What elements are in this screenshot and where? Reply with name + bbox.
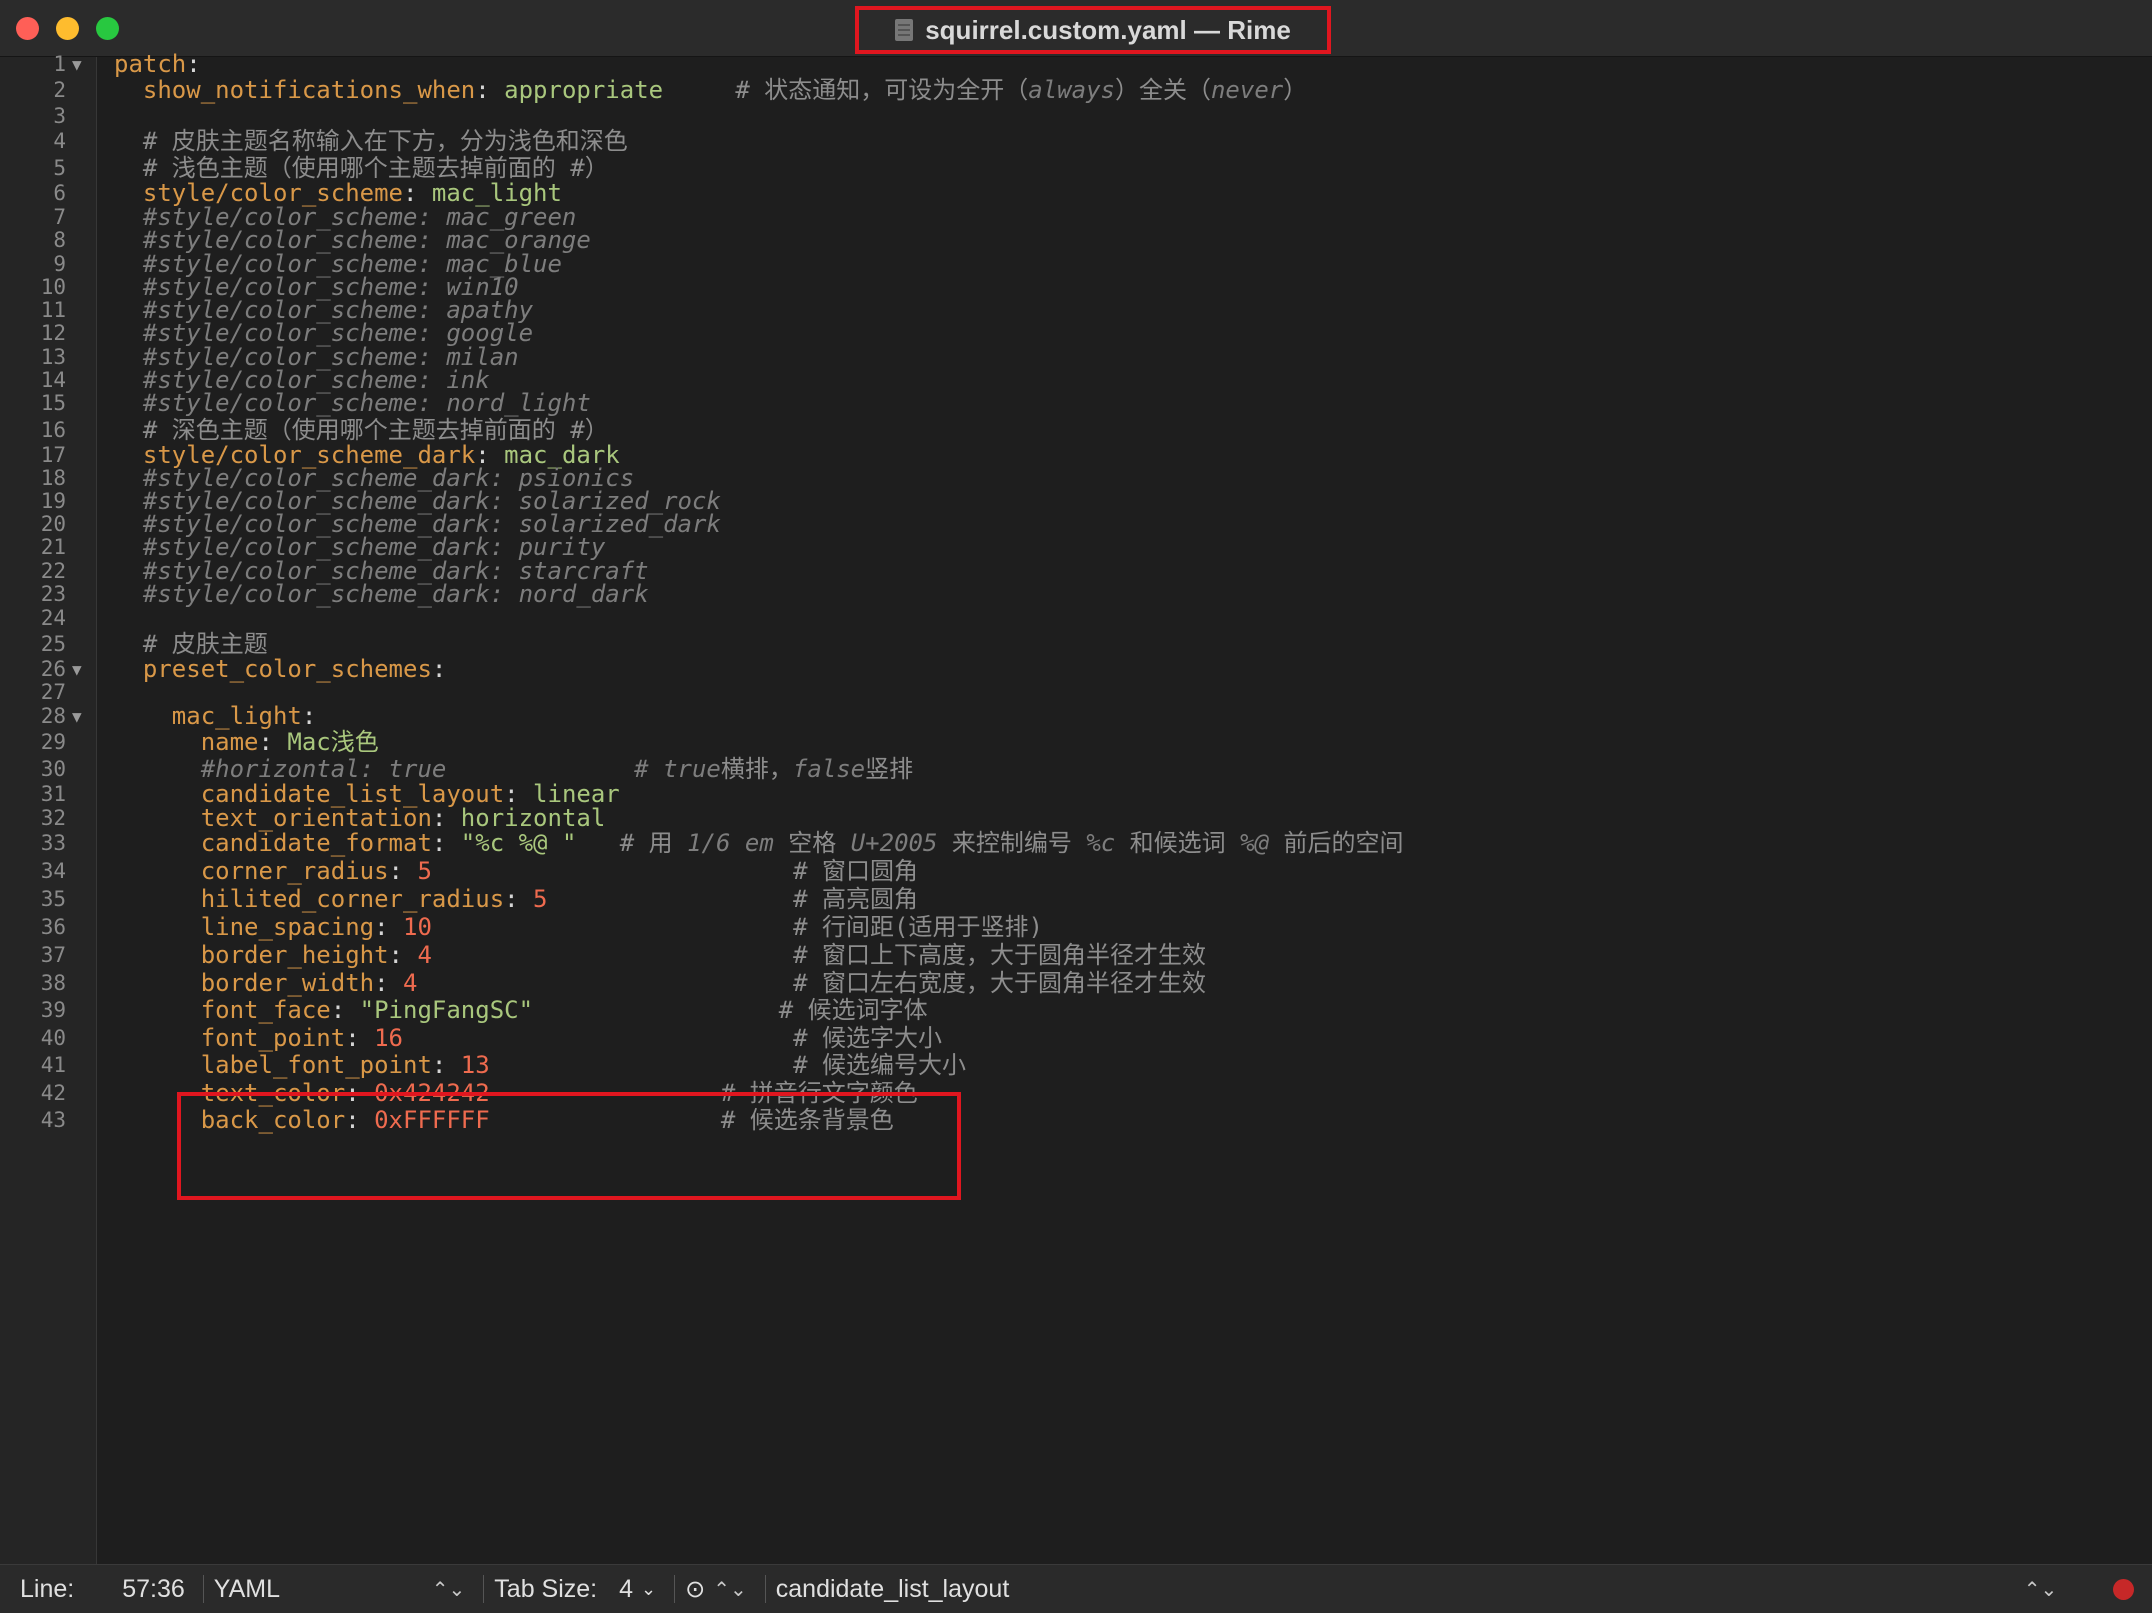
fold-arrow-icon[interactable]: ▼ [72,55,82,74]
editor-window: squirrel.custom.yaml — Rime 1 ▼ patch: 2 sh… [0,0,2152,1613]
line-label: Line: [20,1574,75,1603]
line-number: 4 [53,129,66,153]
stop-icon[interactable] [2113,1579,2134,1600]
zoom-button[interactable] [96,17,119,40]
line-number: 34 [40,859,66,883]
status-divider [674,1575,676,1603]
line-number: 41 [40,1053,66,1077]
document-icon [895,19,914,41]
line-number: 2 [53,78,66,102]
tab-size-label: Tab Size: [494,1574,598,1603]
line-number: 15 [40,391,66,415]
line-number: 33 [40,831,66,855]
line-number: 1 [53,52,66,76]
line-number: 37 [40,943,66,967]
status-divider [202,1575,204,1603]
settings-chevrons-icon[interactable]: ⌃⌄ [713,1577,747,1602]
chevron-down-icon: ⌄ [641,1578,657,1599]
window-title: squirrel.custom.yaml — Rime [925,14,1291,45]
cursor-position: 57:36 [122,1574,185,1603]
line-number: 40 [40,1026,66,1050]
close-button[interactable] [16,17,39,40]
line-number: 35 [40,887,66,911]
line-number: 36 [40,915,66,939]
symbol-label: candidate_list_layout [775,1574,1010,1603]
line-number: 38 [40,971,66,995]
fold-arrow-icon[interactable]: ▼ [72,707,82,726]
settings-icon[interactable]: ⊙ [685,1575,705,1604]
status-divider [764,1575,766,1603]
syntax-label: YAML [213,1574,281,1603]
line-number: 43 [40,1108,66,1132]
symbol-chevrons-icon[interactable]: ⌃⌄ [2024,1577,2058,1602]
symbol-selector[interactable]: candidate_list_layout [776,1565,2016,1613]
line-number: 39 [40,998,66,1022]
title-highlight-box: squirrel.custom.yaml — Rime [855,6,1331,54]
code-line[interactable]: 43 back_color: 0xFFFFFF # 候选条背景色 [0,1104,2152,1136]
tab-size-value: 4 [619,1574,634,1603]
code-editor[interactable]: 1 ▼ patch: 2 show_notifications_when: appro… [0,50,2152,1564]
syntax-selector[interactable]: YAML [214,1565,424,1613]
tab-size-selector[interactable]: 4 ⌄ [619,1565,656,1613]
line-number: 29 [40,730,66,754]
status-bar: Line: 57:36 YAML ⌃⌄ Tab Size: 4 ⌄ ⊙ ⌃⌄ c… [0,1564,2152,1613]
status-divider [483,1575,485,1603]
syntax-chevrons-icon[interactable]: ⌃⌄ [432,1577,466,1602]
line-number: 42 [40,1081,66,1105]
line-number: 24 [40,606,66,630]
minimize-button[interactable] [56,17,79,40]
code-text: back_color: 0xFFFFFF # 候选条背景色 [200,1106,894,1134]
line-number: 28 [40,704,66,728]
